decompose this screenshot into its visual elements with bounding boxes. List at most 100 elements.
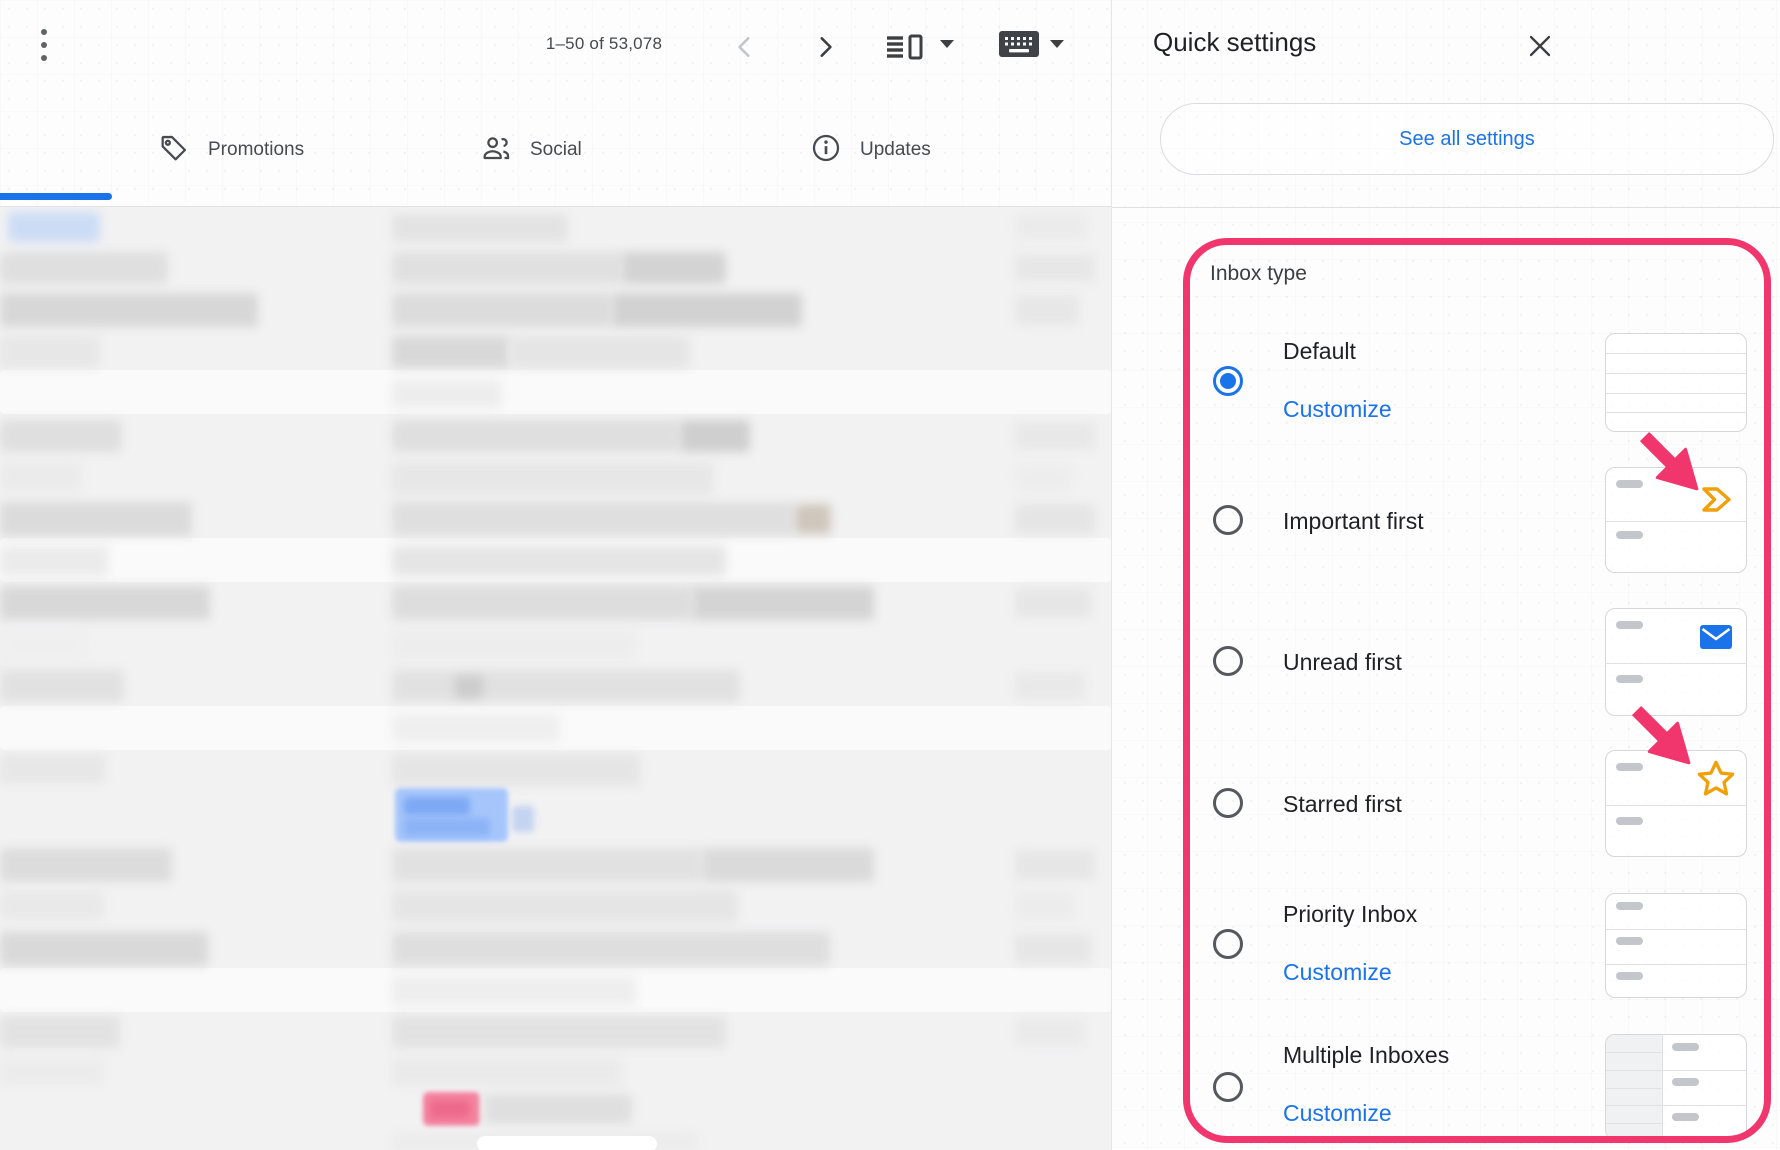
option-starred-first-label[interactable]: Starred first <box>1283 789 1402 819</box>
blurred-row-blob <box>430 1100 470 1118</box>
blurred-row-blob <box>392 932 830 966</box>
thumbnail-important-first[interactable] <box>1605 467 1747 573</box>
blurred-row-blob <box>392 214 568 242</box>
see-all-settings-button[interactable]: See all settings <box>1160 103 1774 175</box>
blurred-row-blob <box>392 754 640 786</box>
customize-default-link[interactable]: Customize <box>1283 394 1392 424</box>
blurred-email-list[interactable] <box>0 207 1111 1150</box>
blurred-row-blob <box>8 212 100 242</box>
tab-promotions[interactable]: Promotions <box>158 132 304 168</box>
option-important-first-label[interactable]: Important first <box>1283 506 1424 536</box>
blurred-row-blob <box>0 336 100 368</box>
pagination-count: 1–50 of 53,078 <box>498 34 710 54</box>
tab-social[interactable]: Social <box>480 132 582 168</box>
tag-icon <box>158 132 190 169</box>
blurred-row-blob <box>392 1016 726 1048</box>
blurred-row-blob <box>622 252 726 284</box>
blurred-row-blob <box>0 370 1111 414</box>
blurred-row-blob <box>484 1094 632 1124</box>
blurred-row-blob <box>0 252 168 284</box>
blurred-row-blob <box>0 502 192 536</box>
blurred-row-blob <box>0 462 82 492</box>
blurred-row-blob <box>392 848 702 882</box>
blurred-row-blob <box>612 293 802 327</box>
option-multiple-inboxes-label[interactable]: Multiple Inboxes <box>1283 1040 1449 1070</box>
more-options-kebab-icon[interactable] <box>30 22 58 68</box>
blurred-row-blob <box>392 252 622 284</box>
customize-multiple-inboxes-link[interactable]: Customize <box>1283 1098 1392 1128</box>
blurred-row-blob <box>392 890 738 922</box>
panel-left-border <box>1111 0 1112 1150</box>
customize-priority-inbox-link[interactable]: Customize <box>1283 957 1392 987</box>
blurred-row-blob <box>1015 422 1095 450</box>
see-all-settings-label: See all settings <box>1399 128 1535 151</box>
blurred-row-blob <box>1015 672 1085 700</box>
blurred-row-blob <box>1015 504 1095 534</box>
blurred-row-blob <box>0 670 124 702</box>
close-icon[interactable] <box>1522 28 1558 64</box>
blurred-row-blob <box>392 976 636 1006</box>
blurred-row-blob <box>392 336 510 368</box>
blurred-row-blob <box>0 1058 104 1086</box>
blurred-row-blob <box>1015 254 1095 282</box>
blurred-row-blob <box>0 630 88 660</box>
thumbnail-priority-inbox[interactable] <box>1605 893 1747 998</box>
tab-social-label: Social <box>530 139 582 161</box>
tab-updates[interactable]: Updates <box>810 132 931 168</box>
blurred-row-blob <box>795 504 831 534</box>
blurred-row-blob <box>702 848 874 882</box>
blurred-row-blob <box>392 462 714 494</box>
tab-updates-label: Updates <box>860 139 931 161</box>
blurred-row-blob <box>0 586 210 620</box>
option-unread-first-label[interactable]: Unread first <box>1283 647 1402 677</box>
blurred-row-blob <box>1015 934 1091 964</box>
radio-priority-inbox[interactable] <box>1213 929 1243 959</box>
blurred-row-blob <box>1015 892 1075 920</box>
blurred-row-blob <box>392 380 502 408</box>
keyboard-dropdown-caret-icon[interactable] <box>1050 40 1064 48</box>
importance-marker-icon <box>1700 484 1736 521</box>
radio-multiple-inboxes[interactable] <box>1213 1072 1243 1102</box>
split-pane-dropdown-caret-icon[interactable] <box>940 40 954 48</box>
people-icon <box>480 132 512 169</box>
thumbnail-default[interactable] <box>1605 333 1747 432</box>
radio-starred-first[interactable] <box>1213 788 1243 818</box>
older-page-chevron-right-icon[interactable] <box>808 30 842 64</box>
radio-unread-first[interactable] <box>1213 646 1243 676</box>
radio-important-first[interactable] <box>1213 505 1243 535</box>
blurred-row-blob <box>0 848 172 882</box>
blurred-row-blob <box>0 293 258 327</box>
star-icon <box>1694 758 1738 805</box>
blurred-row-blob <box>692 586 874 620</box>
thumbnail-multiple-inboxes[interactable] <box>1605 1034 1747 1140</box>
thumbnail-unread-first[interactable] <box>1605 608 1747 716</box>
option-priority-inbox-label[interactable]: Priority Inbox <box>1283 899 1417 929</box>
blurred-row-blob <box>1015 588 1091 618</box>
radio-default[interactable] <box>1213 366 1243 396</box>
blurred-row-blob <box>1015 1018 1085 1046</box>
blurred-row-blob <box>0 932 208 966</box>
split-pane-toggle-icon[interactable] <box>884 30 926 69</box>
blurred-row-blob <box>1015 295 1079 325</box>
option-default-label[interactable]: Default <box>1283 336 1356 366</box>
newer-page-chevron-left-icon[interactable] <box>728 30 762 64</box>
tab-promotions-label: Promotions <box>208 139 304 161</box>
gmail-screen: 1–50 of 53,078 <box>0 0 1780 1150</box>
blurred-row-blob <box>0 1016 120 1048</box>
blurred-row-blob <box>392 420 680 452</box>
inbox-type-heading: Inbox type <box>1210 262 1307 286</box>
blurred-row-blob <box>392 546 726 576</box>
blurred-row-blob <box>392 1058 622 1086</box>
blurred-row-blob <box>392 630 636 660</box>
blurred-row-blob <box>1015 464 1073 492</box>
blurred-row-blob <box>1015 214 1087 240</box>
unread-envelope-icon <box>1698 623 1734 656</box>
blurred-row-blob <box>392 293 612 327</box>
blurred-row-blob <box>455 676 483 698</box>
keyboard-input-tools-icon[interactable] <box>998 29 1040 64</box>
blurred-row-blob <box>0 890 104 920</box>
blurred-row-blob <box>477 1136 657 1150</box>
thumbnail-starred-first[interactable] <box>1605 750 1747 857</box>
blurred-row-blob <box>404 797 470 815</box>
blurred-row-blob <box>404 818 490 836</box>
